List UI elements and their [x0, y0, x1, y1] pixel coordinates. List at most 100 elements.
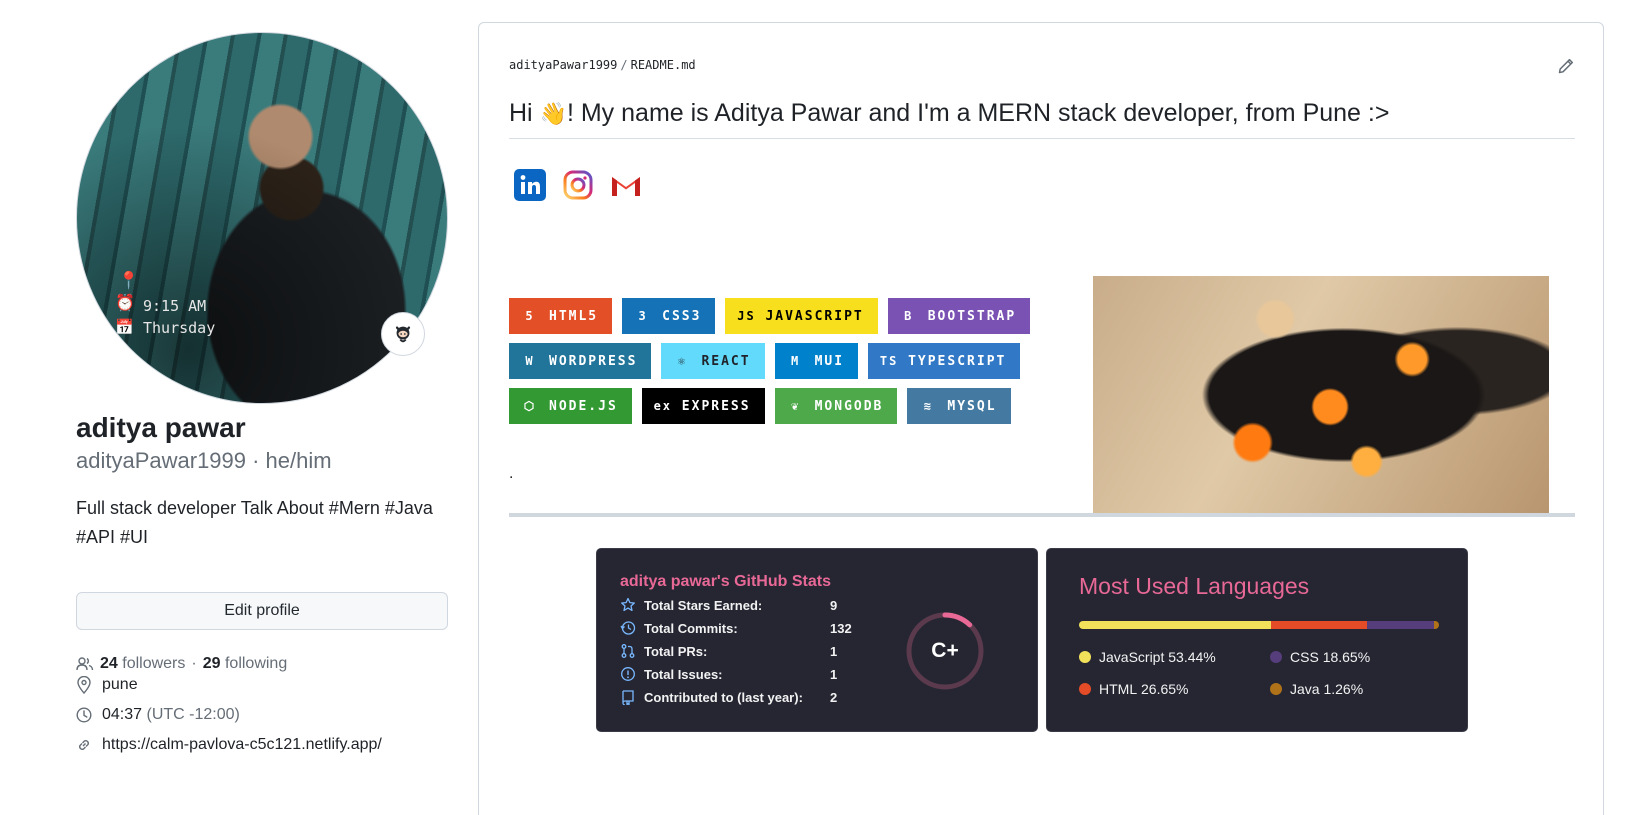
stats-title: aditya pawar's GitHub Stats [620, 573, 831, 590]
pull-request-icon [621, 644, 635, 658]
history-icon [620, 621, 636, 635]
instagram-icon[interactable] [562, 169, 594, 201]
map-pin-icon: 📍 [118, 271, 140, 290]
language-name: JavaScript [1099, 649, 1165, 665]
bootstrap-badge: B BOOTSTRAP [887, 298, 1031, 334]
stat-label: Total Commits: [644, 620, 738, 636]
wordpress-badge: W WORDPRESS [509, 343, 652, 379]
localtime-row: 04:37 (UTC -12:00) [76, 706, 240, 724]
badge-label: REACT [701, 353, 751, 369]
language-color-dot [1270, 683, 1282, 695]
alarm-clock-icon: ⏰ [115, 295, 135, 312]
edit-profile-button[interactable]: Edit profile [76, 592, 448, 630]
badge-row: 5 HTML5 3 CSS3 JS JAVASCRIPT B BOOTSTRAP [509, 298, 1089, 334]
language-bar-segment [1434, 621, 1439, 629]
badge-label: CSS3 [662, 308, 702, 324]
css3-icon: 3 [638, 309, 648, 323]
stat-value: 1 [830, 666, 838, 682]
profile-name: aditya pawar [76, 412, 246, 443]
stat-row: Contributed to (last year): 2 [620, 689, 837, 705]
mongodb-badge: ❦ MONGODB [774, 388, 898, 424]
following-label: following [224, 655, 288, 672]
readme-banner-image [1093, 276, 1549, 514]
stat-value: 1 [830, 643, 838, 659]
badge-label: MUI [814, 353, 845, 369]
stat-value: 132 [830, 620, 852, 636]
waving-hand-icon: 👋 [539, 101, 567, 126]
language-color-dot [1270, 651, 1282, 663]
language-bar-segment [1079, 621, 1272, 629]
location-icon [77, 676, 91, 694]
avatar-overlay-time: 9:15 AM [143, 297, 207, 315]
breadcrumb-owner[interactable]: adityaPawar1999 [509, 58, 617, 72]
website-row: https://calm-pavlova-c5c121.netlify.app/ [76, 736, 382, 754]
readme-divider [509, 513, 1575, 517]
website-link[interactable]: https://calm-pavlova-c5c121.netlify.app/ [102, 736, 382, 754]
language-color-dot [1079, 651, 1091, 663]
followers-link[interactable]: 24 followers [100, 655, 185, 673]
social-links [514, 169, 642, 201]
language-legend-item: JavaScript 53.44% [1079, 649, 1216, 665]
badge-label: EXPRESS [681, 398, 751, 414]
breadcrumb-ext: .md [673, 58, 696, 72]
stat-label: Total Stars Earned: [644, 597, 763, 613]
stat-row: Total Commits: 132 [620, 620, 852, 636]
github-stats-card: aditya pawar's GitHub Stats Total Stars … [596, 548, 1038, 732]
html5-icon: 5 [525, 309, 535, 323]
stat-value: 9 [830, 597, 838, 613]
star-icon [621, 597, 635, 612]
calendar-icon: 📅 [115, 319, 134, 336]
languages-title: Most Used Languages [1079, 573, 1310, 599]
following-link[interactable]: 29 following [203, 655, 288, 673]
language-name: Java [1290, 681, 1320, 697]
link-icon [79, 740, 89, 750]
express-badge: ex EXPRESS [641, 388, 765, 424]
location-text: pune [102, 676, 138, 693]
react-badge: ⚛ REACT [661, 343, 765, 379]
language-percent: 18.65% [1322, 649, 1371, 665]
mysql-icon: ≋ [923, 399, 933, 413]
badge-label: BOOTSTRAP [927, 308, 1017, 324]
mui-icon: M [790, 354, 801, 368]
javascript-icon: JS [737, 309, 756, 323]
css3-badge: 3 CSS3 [622, 298, 716, 334]
issue-icon [621, 667, 635, 681]
rank-grade: C+ [931, 639, 959, 662]
stat-row: Total PRs: 1 [620, 643, 837, 659]
javascript-badge: JS JAVASCRIPT [725, 298, 878, 334]
edit-readme-button[interactable] [1557, 57, 1575, 80]
readme-card: adityaPawar1999/README.md Hi 👋! My name … [478, 22, 1604, 815]
language-bar-segment [1367, 621, 1435, 629]
node-js-badge: ⬡ NODE.JS [509, 388, 632, 424]
language-percent: 53.44% [1168, 649, 1216, 665]
following-count: 29 [202, 655, 221, 672]
language-percent: 1.26% [1323, 681, 1364, 697]
stat-label: Total Issues: [644, 666, 723, 682]
nodejs-icon: ⬡ [523, 399, 537, 413]
badge-label: WORDPRESS [549, 353, 638, 369]
stat-label: Contributed to (last year): [644, 689, 803, 705]
linkedin-icon[interactable] [514, 169, 546, 201]
stat-row: Total Stars Earned: 9 [620, 597, 837, 613]
gmail-icon[interactable] [610, 169, 642, 201]
languages-card: Most Used Languages JavaScript 53.44% HTM… [1046, 548, 1468, 732]
badge-label: MONGODB [814, 398, 884, 414]
location-row: pune [76, 676, 138, 694]
breadcrumb-file[interactable]: README [631, 58, 674, 72]
status-button[interactable] [381, 312, 425, 356]
heading-pre: Hi [509, 99, 533, 127]
mongodb-icon: ❦ [790, 399, 801, 413]
language-name: HTML [1099, 681, 1138, 697]
react-icon: ⚛ [677, 354, 688, 368]
avatar-container: 📍 ⏰ 📅 9:15 AM Thursday [76, 32, 448, 404]
heading-post: ! My name is Aditya Pawar and I'm a MERN… [566, 99, 1390, 127]
mysql-badge: ≋ MYSQL [907, 388, 1011, 424]
local-time-value: 04:37 [102, 706, 143, 723]
languages-bar [1079, 621, 1439, 629]
breadcrumb-separator: / [620, 58, 628, 72]
express-icon: ex [653, 399, 673, 413]
profile-bio: Full stack developer Talk About #Mern #J… [76, 498, 433, 547]
readme-breadcrumb: adityaPawar1999/README.md [509, 58, 696, 72]
language-color-dot [1079, 683, 1091, 695]
language-legend-item: CSS 18.65% [1270, 649, 1370, 665]
